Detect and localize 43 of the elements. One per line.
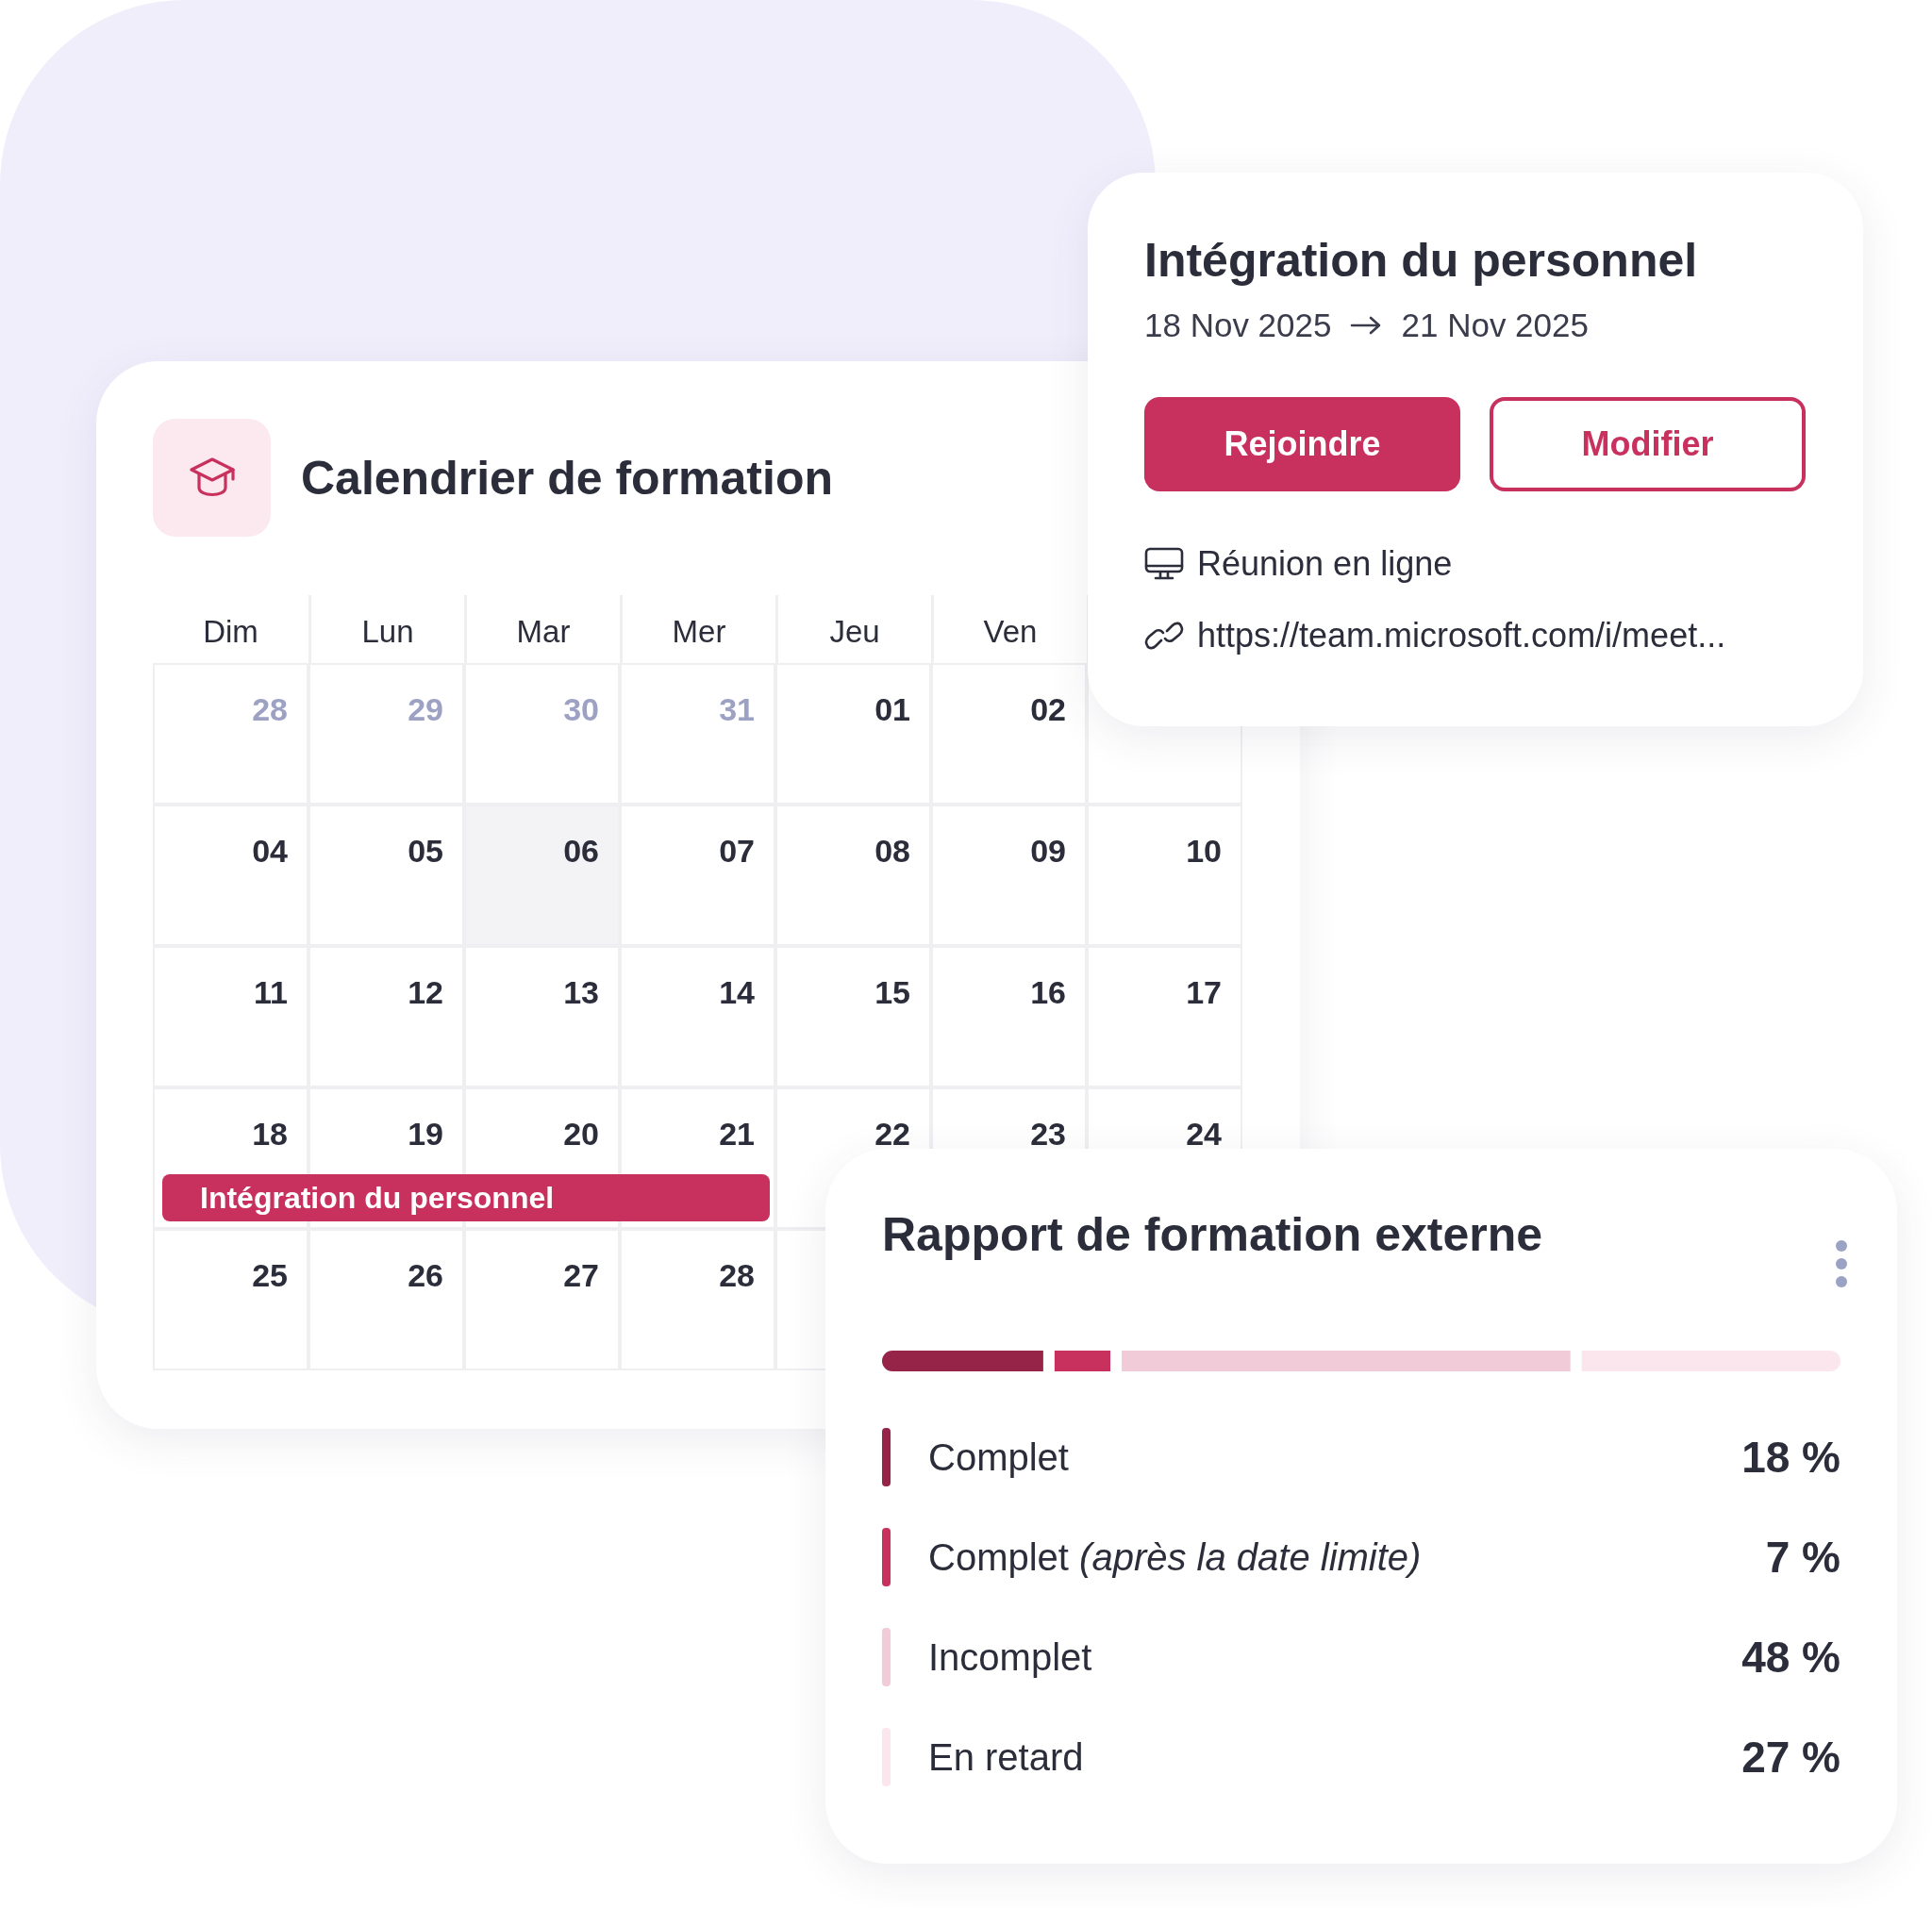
weekday-label: Jeu	[775, 595, 931, 663]
calendar-day[interactable]: 04	[153, 805, 308, 946]
weekday-label: Mar	[464, 595, 620, 663]
calendar-day[interactable]: 12	[308, 946, 464, 1087]
calendar-day[interactable]: 15	[775, 946, 931, 1087]
weekday-label: Lun	[308, 595, 464, 663]
event-title: Intégration du personnel	[1144, 233, 1699, 288]
calendar-day[interactable]: 08	[775, 805, 931, 946]
calendar-day[interactable]: 13	[464, 946, 620, 1087]
legend-value: 27 %	[1741, 1732, 1840, 1783]
end-date: 21 Nov 2025	[1401, 307, 1589, 344]
legend-value: 18 %	[1741, 1432, 1840, 1483]
calendar-day[interactable]: 17	[1087, 946, 1242, 1087]
event-bar[interactable]: Intégration du personnel	[162, 1174, 770, 1221]
calendar-day[interactable]: 07	[620, 805, 775, 946]
calendar-day[interactable]: 10	[1087, 805, 1242, 946]
calendar-day[interactable]: 28	[620, 1229, 775, 1370]
edit-button[interactable]: Modifier	[1490, 397, 1806, 491]
legend-value: 7 %	[1765, 1532, 1840, 1583]
calendar-day[interactable]: 06	[464, 805, 620, 946]
weekday-label: Dim	[202, 613, 259, 651]
calendar-day[interactable]: 05	[308, 805, 464, 946]
calendar-day[interactable]: 16	[931, 946, 1087, 1087]
calendar-day[interactable]: 27	[464, 1229, 620, 1370]
legend-value: 48 %	[1741, 1632, 1840, 1683]
legend-label: Complet (après la date limite)	[928, 1535, 1423, 1579]
start-date: 18 Nov 2025	[1144, 307, 1332, 344]
legend-label: Complet	[928, 1435, 1070, 1479]
legend-label: Incomplet	[928, 1635, 1093, 1679]
calendar-day[interactable]: 02	[931, 663, 1087, 805]
calendar-day[interactable]: 11	[153, 946, 308, 1087]
calendar-day[interactable]: 01	[775, 663, 931, 805]
legend-label: En retard	[928, 1735, 1085, 1779]
calendar-day[interactable]: 14	[620, 946, 775, 1087]
meeting-type: Réunion en ligne	[1197, 544, 1453, 584]
calendar-day[interactable]: 25	[153, 1229, 308, 1370]
meeting-link[interactable]: https://team.microsoft.com/i/meet...	[1197, 616, 1726, 655]
calendar-day[interactable]: 21	[620, 1087, 775, 1229]
join-button[interactable]: Rejoindre	[1144, 397, 1460, 491]
weekday-label: Mer	[620, 595, 775, 663]
calendar-day[interactable]: 09	[931, 805, 1087, 946]
calendar-day[interactable]: 26	[308, 1229, 464, 1370]
calendar-title: Calendrier de formation	[301, 450, 833, 506]
